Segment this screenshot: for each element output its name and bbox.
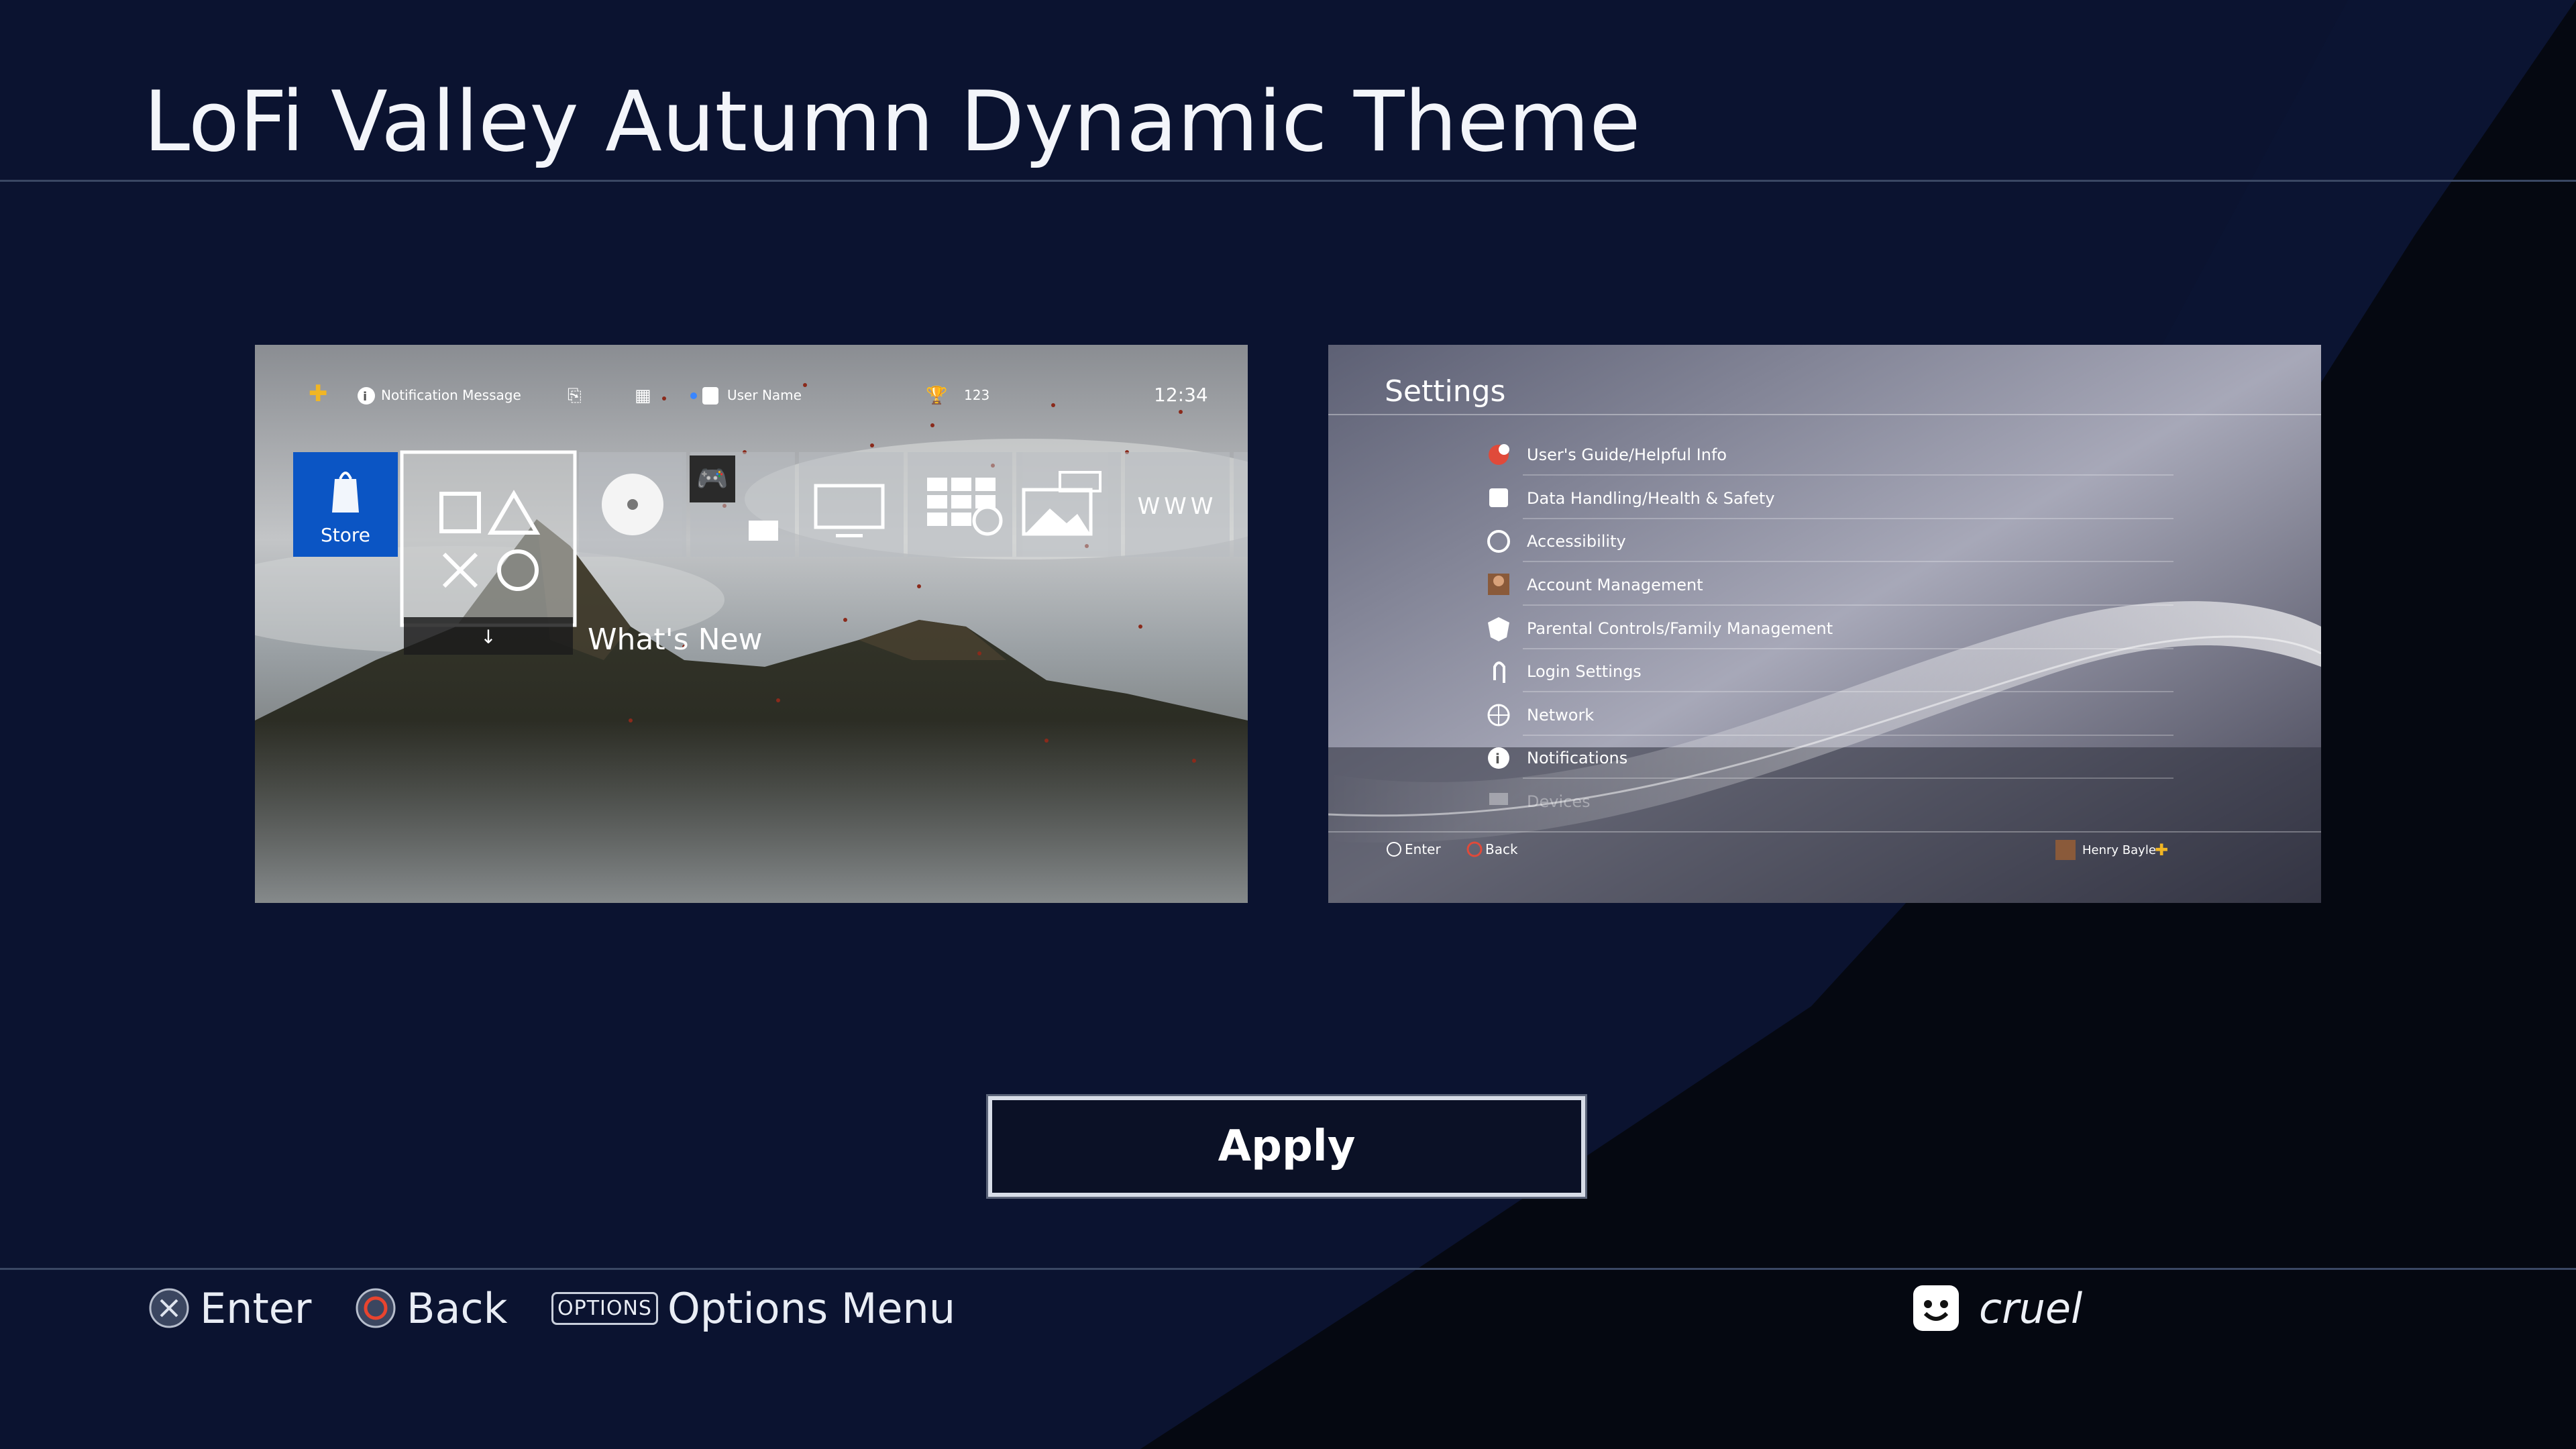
store-label: Store [321, 524, 370, 546]
settings-footer-enter: Enter [1405, 841, 1441, 857]
trophy-count-text: 123 [964, 387, 989, 403]
hint-options: OPTIONS Options Menu [551, 1281, 955, 1335]
settings-row-2-label: Accessibility [1527, 532, 1626, 551]
settings-row-7-label: Notifications [1527, 749, 1627, 767]
options-key-icon: OPTIONS [551, 1291, 658, 1325]
footer-divider [0, 1268, 2576, 1270]
settings-row-0-label: User's Guide/Helpful Info [1527, 445, 1727, 464]
hint-back: Back [354, 1281, 508, 1335]
user-name: cruel [1979, 1283, 2083, 1333]
settings-preview-art: Settings User's Guide/Helpful Info Data … [1328, 345, 2321, 903]
header-divider [0, 180, 2576, 182]
cross-button-icon [149, 1288, 189, 1328]
home-preview-art: ✚ i Notification Message ⎘ ▦ User Name 🏆… [255, 345, 1248, 903]
hint-options-label: Options Menu [667, 1283, 956, 1333]
settings-footer-back: Back [1485, 841, 1518, 857]
page-title: LoFi Valley Autumn Dynamic Theme [144, 74, 1641, 170]
hint-enter-label: Enter [200, 1283, 312, 1333]
hint-back-label: Back [407, 1283, 508, 1333]
settings-row-8-label: Devices [1527, 792, 1591, 811]
settings-row-3-label: Account Management [1527, 576, 1703, 594]
home-screen-preview: ✚ i Notification Message ⎘ ▦ User Name 🏆… [255, 345, 1248, 903]
settings-title: Settings [1385, 374, 1505, 409]
user-profile: cruel [1912, 1280, 2082, 1336]
svg-text:↓: ↓ [480, 626, 496, 648]
svg-text:i: i [1495, 751, 1500, 767]
user-name-text: User Name [727, 387, 802, 403]
notification-text: Notification Message [381, 387, 521, 403]
settings-row-1-label: Data Handling/Health & Safety [1527, 489, 1775, 508]
hint-enter: Enter [148, 1281, 311, 1335]
svg-text:⎘: ⎘ [568, 386, 582, 406]
settings-row-5-label: Login Settings [1527, 662, 1642, 681]
settings-screen-preview: Settings User's Guide/Helpful Info Data … [1328, 345, 2321, 903]
svg-text:✚: ✚ [2155, 841, 2168, 859]
svg-text:🎮: 🎮 [696, 464, 728, 493]
svg-text:🏆: 🏆 [926, 385, 947, 406]
clock-text: 12:34 [1154, 384, 1208, 406]
svg-text:i: i [363, 390, 367, 404]
user-avatar-icon [1913, 1285, 1959, 1331]
whats-new-label: What's New [588, 623, 763, 657]
apply-button[interactable]: Apply [986, 1094, 1587, 1199]
circle-button-icon [356, 1288, 396, 1328]
ps-plus-icon: ✚ [309, 380, 328, 407]
settings-row-6-label: Network [1527, 706, 1594, 724]
settings-row-4-label: Parental Controls/Family Management [1527, 619, 1833, 638]
svg-text:▦: ▦ [635, 386, 651, 406]
settings-footer-user: Henry Bayle [2082, 843, 2156, 857]
www-label: WWW [1138, 493, 1218, 520]
